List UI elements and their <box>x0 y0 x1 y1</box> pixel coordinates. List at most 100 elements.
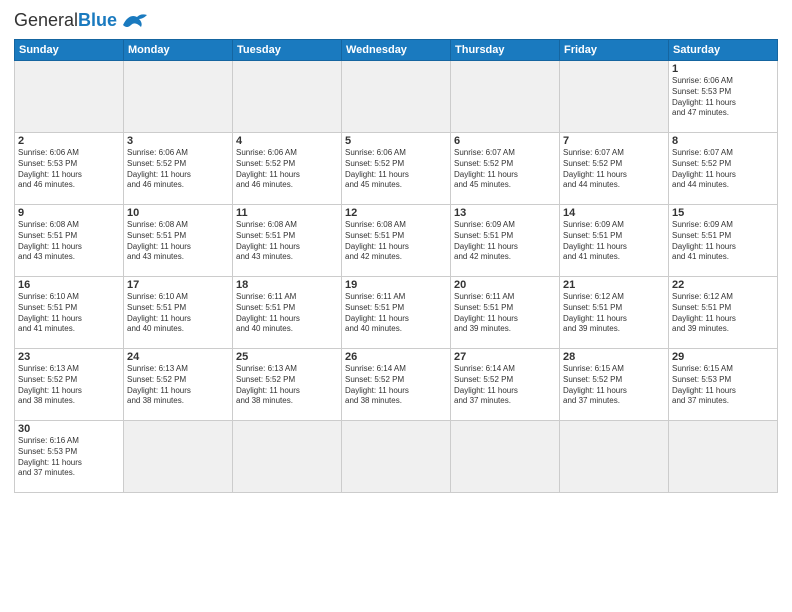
logo-bird-icon <box>121 11 149 31</box>
calendar-cell: 4Sunrise: 6:06 AM Sunset: 5:52 PM Daylig… <box>233 133 342 205</box>
calendar-cell: 6Sunrise: 6:07 AM Sunset: 5:52 PM Daylig… <box>451 133 560 205</box>
day-number: 19 <box>345 279 447 291</box>
day-info: Sunrise: 6:11 AM Sunset: 5:51 PM Dayligh… <box>345 292 447 335</box>
day-info: Sunrise: 6:14 AM Sunset: 5:52 PM Dayligh… <box>345 364 447 407</box>
day-info: Sunrise: 6:09 AM Sunset: 5:51 PM Dayligh… <box>563 220 665 263</box>
day-info: Sunrise: 6:14 AM Sunset: 5:52 PM Dayligh… <box>454 364 556 407</box>
calendar-cell <box>342 61 451 133</box>
calendar-cell: 5Sunrise: 6:06 AM Sunset: 5:52 PM Daylig… <box>342 133 451 205</box>
day-number: 10 <box>127 207 229 219</box>
day-info: Sunrise: 6:08 AM Sunset: 5:51 PM Dayligh… <box>127 220 229 263</box>
day-info: Sunrise: 6:09 AM Sunset: 5:51 PM Dayligh… <box>454 220 556 263</box>
day-info: Sunrise: 6:15 AM Sunset: 5:53 PM Dayligh… <box>672 364 774 407</box>
calendar-cell: 1Sunrise: 6:06 AM Sunset: 5:53 PM Daylig… <box>669 61 778 133</box>
day-info: Sunrise: 6:12 AM Sunset: 5:51 PM Dayligh… <box>563 292 665 335</box>
calendar-cell <box>124 421 233 493</box>
week-row-4: 16Sunrise: 6:10 AM Sunset: 5:51 PM Dayli… <box>15 277 778 349</box>
day-number: 28 <box>563 351 665 363</box>
weekday-thursday: Thursday <box>451 40 560 61</box>
calendar-cell: 9Sunrise: 6:08 AM Sunset: 5:51 PM Daylig… <box>15 205 124 277</box>
calendar-cell: 19Sunrise: 6:11 AM Sunset: 5:51 PM Dayli… <box>342 277 451 349</box>
calendar-cell: 25Sunrise: 6:13 AM Sunset: 5:52 PM Dayli… <box>233 349 342 421</box>
calendar-cell: 21Sunrise: 6:12 AM Sunset: 5:51 PM Dayli… <box>560 277 669 349</box>
day-info: Sunrise: 6:09 AM Sunset: 5:51 PM Dayligh… <box>672 220 774 263</box>
calendar-cell: 7Sunrise: 6:07 AM Sunset: 5:52 PM Daylig… <box>560 133 669 205</box>
calendar-cell <box>451 61 560 133</box>
calendar-cell: 12Sunrise: 6:08 AM Sunset: 5:51 PM Dayli… <box>342 205 451 277</box>
day-number: 30 <box>18 423 120 435</box>
day-info: Sunrise: 6:12 AM Sunset: 5:51 PM Dayligh… <box>672 292 774 335</box>
calendar-cell: 30Sunrise: 6:16 AM Sunset: 5:53 PM Dayli… <box>15 421 124 493</box>
weekday-header-row: SundayMondayTuesdayWednesdayThursdayFrid… <box>15 40 778 61</box>
weekday-sunday: Sunday <box>15 40 124 61</box>
day-number: 11 <box>236 207 338 219</box>
day-info: Sunrise: 6:07 AM Sunset: 5:52 PM Dayligh… <box>563 148 665 191</box>
day-info: Sunrise: 6:06 AM Sunset: 5:53 PM Dayligh… <box>18 148 120 191</box>
header: GeneralBlue <box>14 10 778 31</box>
calendar-cell: 26Sunrise: 6:14 AM Sunset: 5:52 PM Dayli… <box>342 349 451 421</box>
day-number: 2 <box>18 135 120 147</box>
logo: GeneralBlue <box>14 10 149 31</box>
day-info: Sunrise: 6:06 AM Sunset: 5:53 PM Dayligh… <box>672 76 774 119</box>
day-number: 22 <box>672 279 774 291</box>
day-number: 23 <box>18 351 120 363</box>
calendar-cell: 17Sunrise: 6:10 AM Sunset: 5:51 PM Dayli… <box>124 277 233 349</box>
calendar-cell: 8Sunrise: 6:07 AM Sunset: 5:52 PM Daylig… <box>669 133 778 205</box>
weekday-friday: Friday <box>560 40 669 61</box>
day-number: 27 <box>454 351 556 363</box>
calendar-cell <box>342 421 451 493</box>
calendar-cell <box>233 61 342 133</box>
calendar-cell: 16Sunrise: 6:10 AM Sunset: 5:51 PM Dayli… <box>15 277 124 349</box>
day-number: 14 <box>563 207 665 219</box>
day-number: 26 <box>345 351 447 363</box>
day-number: 20 <box>454 279 556 291</box>
calendar-cell: 18Sunrise: 6:11 AM Sunset: 5:51 PM Dayli… <box>233 277 342 349</box>
week-row-2: 2Sunrise: 6:06 AM Sunset: 5:53 PM Daylig… <box>15 133 778 205</box>
weekday-saturday: Saturday <box>669 40 778 61</box>
day-info: Sunrise: 6:10 AM Sunset: 5:51 PM Dayligh… <box>18 292 120 335</box>
day-number: 15 <box>672 207 774 219</box>
calendar-cell: 22Sunrise: 6:12 AM Sunset: 5:51 PM Dayli… <box>669 277 778 349</box>
calendar-cell: 11Sunrise: 6:08 AM Sunset: 5:51 PM Dayli… <box>233 205 342 277</box>
calendar-cell <box>124 61 233 133</box>
calendar-cell <box>560 421 669 493</box>
day-number: 12 <box>345 207 447 219</box>
day-number: 4 <box>236 135 338 147</box>
day-number: 16 <box>18 279 120 291</box>
week-row-5: 23Sunrise: 6:13 AM Sunset: 5:52 PM Dayli… <box>15 349 778 421</box>
day-info: Sunrise: 6:13 AM Sunset: 5:52 PM Dayligh… <box>18 364 120 407</box>
page: GeneralBlue SundayMondayTuesdayWednesday… <box>0 0 792 612</box>
day-number: 3 <box>127 135 229 147</box>
day-number: 29 <box>672 351 774 363</box>
day-info: Sunrise: 6:08 AM Sunset: 5:51 PM Dayligh… <box>236 220 338 263</box>
logo-text: GeneralBlue <box>14 10 117 31</box>
calendar-cell: 14Sunrise: 6:09 AM Sunset: 5:51 PM Dayli… <box>560 205 669 277</box>
weekday-tuesday: Tuesday <box>233 40 342 61</box>
day-number: 1 <box>672 63 774 75</box>
calendar-cell: 2Sunrise: 6:06 AM Sunset: 5:53 PM Daylig… <box>15 133 124 205</box>
week-row-1: 1Sunrise: 6:06 AM Sunset: 5:53 PM Daylig… <box>15 61 778 133</box>
calendar-cell: 3Sunrise: 6:06 AM Sunset: 5:52 PM Daylig… <box>124 133 233 205</box>
day-info: Sunrise: 6:08 AM Sunset: 5:51 PM Dayligh… <box>18 220 120 263</box>
calendar-cell: 20Sunrise: 6:11 AM Sunset: 5:51 PM Dayli… <box>451 277 560 349</box>
day-number: 8 <box>672 135 774 147</box>
day-number: 7 <box>563 135 665 147</box>
calendar-cell: 15Sunrise: 6:09 AM Sunset: 5:51 PM Dayli… <box>669 205 778 277</box>
day-info: Sunrise: 6:06 AM Sunset: 5:52 PM Dayligh… <box>236 148 338 191</box>
calendar-cell: 28Sunrise: 6:15 AM Sunset: 5:52 PM Dayli… <box>560 349 669 421</box>
calendar-cell <box>233 421 342 493</box>
day-info: Sunrise: 6:08 AM Sunset: 5:51 PM Dayligh… <box>345 220 447 263</box>
calendar-cell: 10Sunrise: 6:08 AM Sunset: 5:51 PM Dayli… <box>124 205 233 277</box>
weekday-wednesday: Wednesday <box>342 40 451 61</box>
day-info: Sunrise: 6:11 AM Sunset: 5:51 PM Dayligh… <box>454 292 556 335</box>
day-number: 13 <box>454 207 556 219</box>
day-number: 18 <box>236 279 338 291</box>
calendar-cell <box>451 421 560 493</box>
calendar-cell <box>669 421 778 493</box>
day-number: 25 <box>236 351 338 363</box>
day-info: Sunrise: 6:15 AM Sunset: 5:52 PM Dayligh… <box>563 364 665 407</box>
day-info: Sunrise: 6:06 AM Sunset: 5:52 PM Dayligh… <box>127 148 229 191</box>
day-number: 9 <box>18 207 120 219</box>
day-number: 6 <box>454 135 556 147</box>
calendar-cell: 23Sunrise: 6:13 AM Sunset: 5:52 PM Dayli… <box>15 349 124 421</box>
